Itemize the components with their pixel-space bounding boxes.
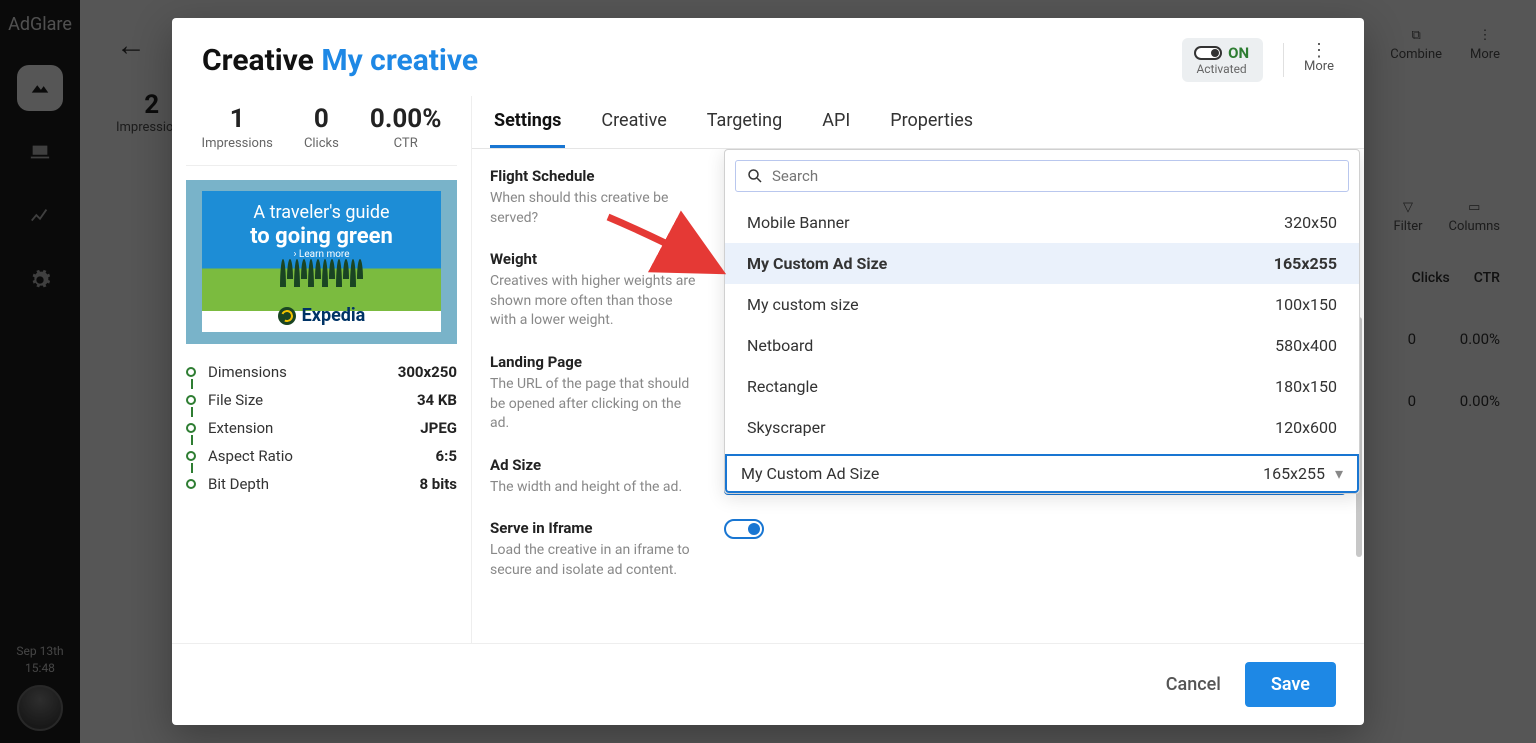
toggle-icon [1194,46,1222,60]
flight-label: Flight Schedule [490,167,696,185]
modal-header: Creative My creative ON Activated ⋮ More [172,18,1364,96]
meta-list: Dimensions300x250 File Size34 KB Extensi… [186,358,457,498]
dropdown-list[interactable]: Mobile Banner320x50 My Custom Ad Size165… [725,202,1359,448]
landing-desc: The URL of the page that should be opene… [490,375,696,434]
dropdown-option[interactable]: My custom size100x150 [725,284,1359,325]
dropdown-option[interactable]: Mobile Banner320x50 [725,202,1359,243]
left-panel: 1 Impressions 0 Clicks 0.00% CTR A trave… [172,96,472,643]
stat-ctr: 0.00% CTR [370,104,442,151]
activated-on: ON [1228,44,1249,62]
iframe-desc: Load the creative in an iframe to secure… [490,541,696,580]
meta-row: Aspect Ratio6:5 [186,442,457,470]
stat-clicks: 0 Clicks [304,104,339,151]
dropdown-option[interactable]: Netboard580x400 [725,325,1359,366]
ad-headline: A traveler's guide to going green [250,191,393,249]
tab-creative[interactable]: Creative [597,96,670,148]
dropdown-option[interactable]: Rectangle180x150 [725,366,1359,407]
search-icon [746,167,764,185]
meta-dot-icon [186,423,196,433]
stats-row: 1 Impressions 0 Clicks 0.00% CTR [186,96,457,166]
dropdown-search-input[interactable] [772,167,1338,185]
header-divider [1283,43,1284,77]
adsize-label: Ad Size [490,456,696,474]
meta-row: Dimensions300x250 [186,358,457,386]
ad-trees-graphic [202,259,440,287]
cancel-button[interactable]: Cancel [1166,674,1221,695]
dropdown-option[interactable]: My Custom Ad Size165x255 [725,243,1359,284]
settings-form: Flight Schedule When should this creativ… [472,149,1364,643]
activated-label: Activated [1194,62,1249,76]
save-button[interactable]: Save [1245,662,1336,707]
tab-api[interactable]: API [818,96,854,148]
meta-dot-icon [186,395,196,405]
ad-brand: Expedia [202,305,440,326]
meta-dot-icon [186,451,196,461]
iframe-toggle[interactable] [724,519,764,539]
adsize-desc: The width and height of the ad. [490,478,696,498]
adsize-selected-label-2: My Custom Ad Size [741,464,879,483]
creative-preview[interactable]: A traveler's guide to going green › Lear… [186,180,457,344]
tab-settings[interactable]: Settings [490,96,565,148]
adsize-dropdown: Mobile Banner320x50 My Custom Ad Size165… [724,149,1360,494]
more-button[interactable]: ⋮ More [1304,47,1334,74]
modal-footer: Cancel Save [172,643,1364,725]
stat-impressions: 1 Impressions [202,104,273,151]
tab-targeting[interactable]: Targeting [703,96,786,148]
adsize-select-under-dropdown[interactable]: My Custom Ad Size 165x255 ▾ [725,454,1359,493]
weight-desc: Creatives with higher weights are shown … [490,272,696,331]
tab-properties[interactable]: Properties [886,96,977,148]
meta-row: ExtensionJPEG [186,414,457,442]
modal-title-prefix: Creative [202,43,314,78]
field-serve-iframe: Serve in Iframe Load the creative in an … [490,519,1346,580]
activated-toggle[interactable]: ON Activated [1182,38,1263,82]
caret-down-icon: ▾ [1335,464,1343,483]
iframe-label: Serve in Iframe [490,519,696,537]
more-label: More [1304,59,1334,74]
landing-label: Landing Page [490,353,696,371]
more-dots-icon: ⋮ [1310,47,1328,55]
creative-modal: Creative My creative ON Activated ⋮ More [172,18,1364,725]
dropdown-option[interactable]: Skyscraper120x600 [725,407,1359,448]
meta-row: Bit Depth8 bits [186,470,457,498]
tabs: Settings Creative Targeting API Properti… [472,96,1364,149]
brand-globe-icon [278,307,296,325]
right-panel: Settings Creative Targeting API Properti… [472,96,1364,643]
flight-desc: When should this creative be served? [490,189,696,228]
adsize-selected-dim-2: 165x255 [1263,464,1325,483]
weight-label: Weight [490,250,696,268]
meta-row: File Size34 KB [186,386,457,414]
dropdown-search[interactable] [735,160,1349,192]
meta-dot-icon [186,367,196,377]
meta-dot-icon [186,479,196,489]
modal-title-name: My creative [321,43,478,78]
modal-title: Creative My creative [202,43,478,78]
